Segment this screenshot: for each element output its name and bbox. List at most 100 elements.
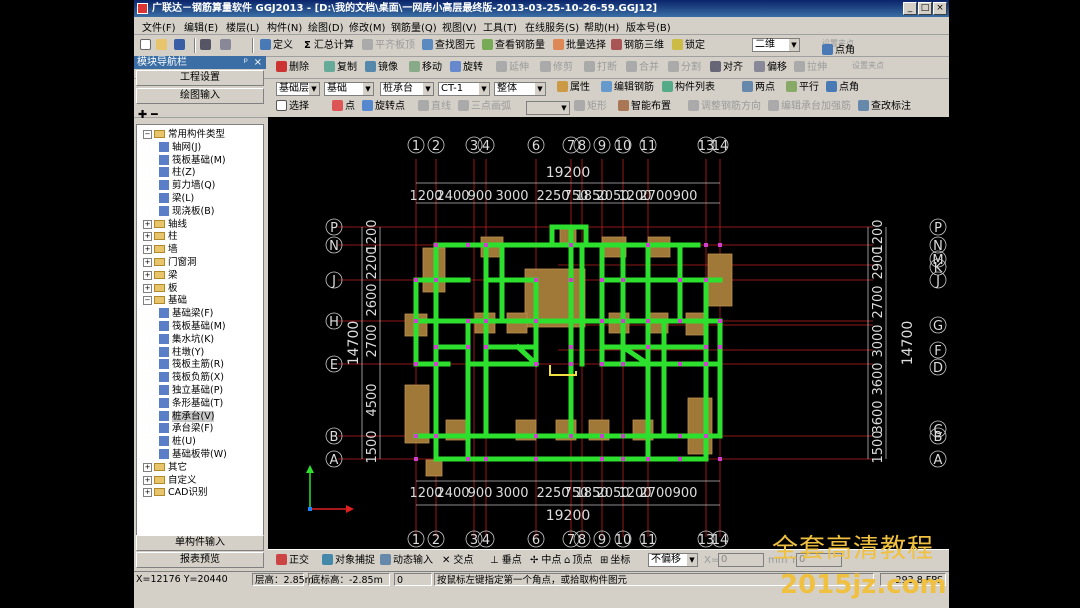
point-angle-button-top[interactable]: 点角 <box>822 43 855 58</box>
expand-icon[interactable]: + <box>143 488 152 498</box>
expand-icon[interactable]: + <box>143 270 152 280</box>
tree-item[interactable]: 筏板主筋(R) <box>159 359 224 371</box>
tree-folder[interactable]: + CAD识别 <box>143 487 207 499</box>
tree-folder[interactable]: + 板 <box>143 283 178 295</box>
tree-folder[interactable]: + 门窗洞 <box>143 257 197 269</box>
expand-icon[interactable]: + <box>143 475 152 485</box>
component-list-button[interactable]: 构件列表 <box>662 80 715 95</box>
collapse-icon[interactable]: − <box>143 130 152 139</box>
rotate-point-button[interactable]: 旋转点 <box>362 99 405 114</box>
trim-button[interactable]: 修剪 <box>540 60 573 75</box>
mirror-button[interactable]: 镜像 <box>365 60 398 75</box>
tree-folder[interactable]: − 常用构件类型 <box>143 129 225 141</box>
sum-button[interactable]: Σ 汇总计算 <box>304 38 354 53</box>
offset-select[interactable]: 不偏移 ▼ <box>648 553 698 567</box>
line-button[interactable]: 直线 <box>418 99 451 114</box>
tree-item[interactable]: 基础板带(W) <box>159 449 227 461</box>
undo-icon[interactable] <box>200 38 213 53</box>
parallel-button[interactable]: 平行 <box>786 80 819 95</box>
tree-folder[interactable]: + 墙 <box>143 244 178 256</box>
tree-folder[interactable]: − 基础 <box>143 295 187 307</box>
merge-button[interactable]: 合并 <box>626 60 659 75</box>
arc-options-select[interactable]: ▼ <box>526 101 570 115</box>
menu-edit[interactable]: 编辑(E) <box>184 19 218 34</box>
single-component-input-button[interactable]: 单构件输入 <box>136 535 264 551</box>
intersection-snap[interactable]: ✕ 交点 <box>442 553 473 568</box>
part-select[interactable]: 整体 ▼ <box>494 82 546 96</box>
point-button[interactable]: 点 <box>332 99 355 114</box>
break-button[interactable]: 打断 <box>584 60 617 75</box>
menu-draw[interactable]: 绘图(D) <box>308 19 344 34</box>
close-icon[interactable]: × <box>254 56 262 69</box>
menu-help[interactable]: 帮助(H) <box>584 19 619 34</box>
view-rebar-button[interactable]: 查看钢筋量 <box>482 38 545 53</box>
coordinate-snap[interactable]: ⊞ 坐标 <box>600 553 630 568</box>
name-select[interactable]: CT-1 ▼ <box>438 82 490 96</box>
tree-item[interactable]: 独立基础(P) <box>159 385 223 397</box>
two-point-button[interactable]: 两点 <box>742 80 775 95</box>
tree-expand-collapse-icon[interactable]: ✚ ━ <box>138 108 158 121</box>
midpoint-snap[interactable]: ✢ 中点 <box>530 553 561 568</box>
split-button[interactable]: 分割 <box>668 60 701 75</box>
tree-folder[interactable]: + 轴线 <box>143 219 187 231</box>
expand-icon[interactable]: + <box>143 258 152 267</box>
menu-version[interactable]: 版本号(B) <box>626 19 671 34</box>
x-offset-input[interactable]: 0 <box>718 553 764 567</box>
menu-component[interactable]: 构件(N) <box>267 19 302 34</box>
tree-folder[interactable]: + 其它 <box>143 462 187 474</box>
tree-item[interactable]: 集水坑(K) <box>159 333 214 346</box>
tree-folder[interactable]: + 自定义 <box>143 475 197 487</box>
collapse-icon[interactable]: − <box>143 296 152 306</box>
drawing-canvas[interactable]: 1 1 2 2 3 3 4 4 6 6 7 7 8 8 9 9 10 10 11 11 13 13 14 14 P N J H E B A P… <box>268 117 949 549</box>
copy-button[interactable]: 复制 <box>324 60 357 75</box>
new-icon[interactable] <box>140 38 153 53</box>
tree-item[interactable]: 桩承台(V) <box>159 410 215 423</box>
menu-rebar[interactable]: 钢筋量(Q) <box>391 19 437 34</box>
lock-button[interactable]: 锁定 <box>672 38 705 53</box>
menu-view[interactable]: 视图(V) <box>442 19 477 34</box>
check-annotation-button[interactable]: 查改标注 <box>858 99 911 114</box>
arc-button[interactable]: 三点画弧 <box>458 99 511 114</box>
extend-button[interactable]: 延伸 <box>496 60 529 75</box>
object-snap-toggle[interactable]: 对象捕捉 <box>322 553 375 568</box>
edit-rebar-button[interactable]: 编辑钢筋 <box>601 80 654 95</box>
expand-icon[interactable]: + <box>143 462 152 472</box>
point-angle-button[interactable]: 点角 <box>826 80 859 95</box>
expand-icon[interactable]: + <box>143 232 152 242</box>
tree-item[interactable]: 梁(L) <box>159 193 194 205</box>
tree-folder[interactable]: + 柱 <box>143 231 178 243</box>
define-button[interactable]: 定义 <box>260 38 293 53</box>
tree-item[interactable]: 柱墩(Y) <box>159 346 204 359</box>
tree-item[interactable]: 筏板负筋(X) <box>159 372 224 384</box>
select-button[interactable]: 选择 <box>276 99 309 114</box>
foundation-plan-drawing[interactable]: 11223344667788991010111113131414PNJHEBAP… <box>268 117 949 549</box>
vertex-snap[interactable]: ⌂ 顶点 <box>564 553 592 568</box>
pin-icon[interactable]: ᵖ <box>244 56 248 69</box>
redo-icon[interactable] <box>220 38 233 53</box>
tree-item[interactable]: 条形基础(T) <box>159 397 223 410</box>
delete-button[interactable]: 删除 <box>276 60 309 75</box>
dynamic-input-toggle[interactable]: 动态输入 <box>380 553 433 568</box>
perpendicular-snap[interactable]: ⊥ 垂点 <box>490 553 522 568</box>
tree-item[interactable]: 筏板基础(M) <box>159 154 226 167</box>
find-button[interactable]: 查找图元 <box>422 38 475 53</box>
set-grip-button[interactable]: 设置夹点 <box>852 58 884 73</box>
close-button[interactable]: × <box>933 2 947 15</box>
tree-item[interactable]: 基础梁(F) <box>159 308 213 320</box>
tree-item[interactable]: 柱(Z) <box>159 167 195 179</box>
attribute-button[interactable]: 属性 <box>557 80 590 95</box>
stretch-button[interactable]: 拉伸 <box>794 60 827 75</box>
move-button[interactable]: 移动 <box>409 60 442 75</box>
rebar-3d-button[interactable]: 钢筋三维 <box>611 38 664 53</box>
tree-item[interactable]: 承台梁(F) <box>159 423 213 435</box>
smart-layout-button[interactable]: 智能布置 <box>618 99 671 114</box>
ortho-toggle[interactable]: 正交 <box>276 553 309 568</box>
expand-icon[interactable]: + <box>143 283 152 293</box>
tree-item[interactable]: 剪力墙(Q) <box>159 180 215 192</box>
rect-button[interactable]: 矩形 <box>574 99 607 114</box>
maximize-button[interactable]: □ <box>918 2 932 15</box>
tree-item[interactable]: 筏板基础(M) <box>159 321 226 333</box>
view-mode-select[interactable]: 二维 ▼ <box>752 38 800 52</box>
floor-select[interactable]: 基础层 ▼ <box>276 82 320 96</box>
expand-icon[interactable]: + <box>143 219 152 229</box>
